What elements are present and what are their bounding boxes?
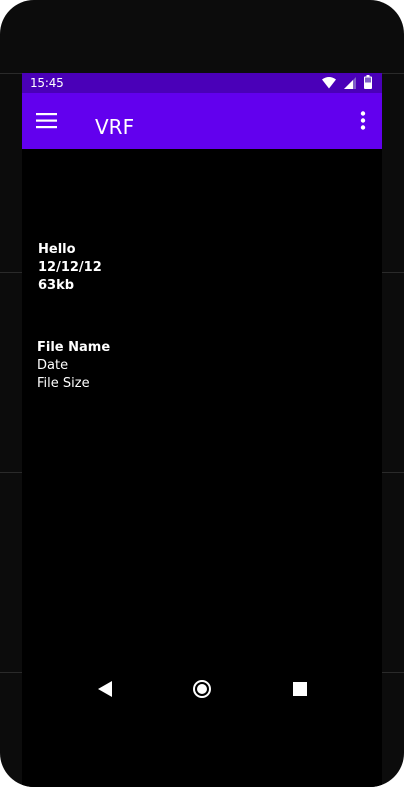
bezel-divider <box>0 672 22 673</box>
bezel-divider <box>0 73 22 74</box>
device-frame: 15:45 VRF Hello 12/12/12 63kb File Name … <box>0 0 404 787</box>
page-title: VRF <box>95 115 135 139</box>
file-size: 63kb <box>38 278 75 293</box>
app-toolbar: VRF <box>22 93 382 149</box>
file-size: File Size <box>37 376 90 391</box>
file-date: 12/12/12 <box>38 260 102 275</box>
bezel-divider <box>0 272 22 273</box>
bezel-divider <box>382 272 404 273</box>
bezel-divider <box>382 672 404 673</box>
recents-icon[interactable] <box>280 669 320 709</box>
home-icon[interactable] <box>182 669 222 709</box>
signal-icon <box>344 74 356 93</box>
list-item[interactable]: Hello 12/12/12 63kb <box>38 241 102 295</box>
system-nav-bar <box>22 665 382 713</box>
list-item[interactable]: File Name Date File Size <box>37 339 110 393</box>
status-time: 15:45 <box>30 76 64 90</box>
hamburger-menu-icon[interactable] <box>32 107 62 135</box>
battery-icon <box>364 74 372 93</box>
back-icon[interactable] <box>85 669 125 709</box>
status-bar: 15:45 <box>22 73 382 93</box>
status-icons <box>322 74 372 93</box>
bezel-divider <box>382 73 404 74</box>
file-name: File Name <box>37 340 111 355</box>
bezel-divider <box>382 472 404 473</box>
more-vert-icon[interactable] <box>354 107 372 135</box>
file-name: Hello <box>38 242 76 257</box>
file-date: Date <box>37 358 69 373</box>
app-screen: 15:45 VRF Hello 12/12/12 63kb File Name … <box>22 73 382 787</box>
wifi-icon <box>322 74 336 93</box>
bezel-divider <box>0 472 22 473</box>
